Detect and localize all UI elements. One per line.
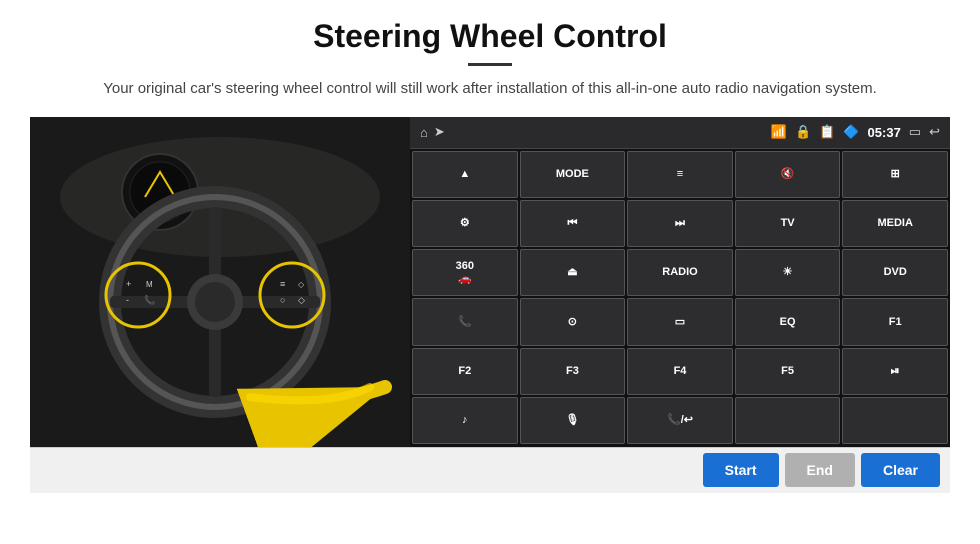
- svg-text:≡: ≡: [280, 279, 285, 289]
- action-bar: Start End Clear: [30, 447, 950, 493]
- page-title: Steering Wheel Control: [313, 18, 667, 55]
- control-button-12[interactable]: ⏏: [520, 249, 626, 296]
- screen-icon: ▭: [909, 124, 921, 140]
- car-image: + M - 📞 ≡ ◇ ○ ◇: [30, 117, 410, 447]
- control-button-6[interactable]: ⚙: [412, 200, 518, 247]
- control-button-3[interactable]: ≡: [627, 151, 733, 198]
- control-button-28[interactable]: 📞/↩: [627, 397, 733, 444]
- control-button-21[interactable]: F2: [412, 348, 518, 395]
- title-divider: [468, 63, 512, 66]
- send-icon[interactable]: ➤: [434, 124, 445, 140]
- control-button-24[interactable]: F5: [735, 348, 841, 395]
- status-bar: ⌂ ➤ 📶 🔒 📋 🔷 05:37 ▭ ↩: [410, 117, 950, 149]
- wifi-icon: 📶: [771, 124, 787, 140]
- control-button-4[interactable]: 🔇: [735, 151, 841, 198]
- control-button-7[interactable]: ⏮: [520, 200, 626, 247]
- clear-button[interactable]: Clear: [861, 453, 940, 487]
- control-button-2[interactable]: MODE: [520, 151, 626, 198]
- svg-text:-: -: [126, 295, 129, 305]
- control-button-11[interactable]: 360 🚗: [412, 249, 518, 296]
- control-button-15[interactable]: DVD: [842, 249, 948, 296]
- steering-wheel-bg: + M - 📞 ≡ ◇ ○ ◇: [30, 117, 410, 447]
- svg-text:○: ○: [280, 295, 285, 305]
- control-button-13[interactable]: RADIO: [627, 249, 733, 296]
- control-button-1[interactable]: ▲: [412, 151, 518, 198]
- car-interior-svg: + M - 📞 ≡ ◇ ○ ◇: [30, 117, 410, 447]
- bt-icon: 🔷: [843, 124, 859, 140]
- svg-text:M: M: [146, 280, 153, 289]
- back-icon: ↩: [929, 124, 940, 140]
- control-button-16[interactable]: 📞: [412, 298, 518, 345]
- home-icon[interactable]: ⌂: [420, 125, 428, 140]
- control-button-9[interactable]: TV: [735, 200, 841, 247]
- control-button-22[interactable]: F3: [520, 348, 626, 395]
- control-panel: ⌂ ➤ 📶 🔒 📋 🔷 05:37 ▭ ↩ ▲MODE≡🔇⊞ ⚙⏮⏭TVMEDIA…: [410, 117, 950, 447]
- svg-text:◇: ◇: [298, 295, 305, 305]
- control-button-17[interactable]: ⊙: [520, 298, 626, 345]
- lock-icon: 🔒: [795, 124, 811, 140]
- control-button-18[interactable]: ▭: [627, 298, 733, 345]
- svg-text:+: +: [126, 279, 131, 289]
- svg-text:📞: 📞: [144, 294, 156, 305]
- content-row: + M - 📞 ≡ ◇ ○ ◇: [30, 117, 950, 447]
- control-button-30[interactable]: [842, 397, 948, 444]
- control-button-26[interactable]: ♪: [412, 397, 518, 444]
- control-button-19[interactable]: EQ: [735, 298, 841, 345]
- status-bar-left: ⌂ ➤: [420, 124, 445, 140]
- control-button-5[interactable]: ⊞: [842, 151, 948, 198]
- page-subtitle: Your original car's steering wheel contr…: [103, 78, 877, 101]
- control-button-20[interactable]: F1: [842, 298, 948, 345]
- control-button-25[interactable]: ⏯: [842, 348, 948, 395]
- svg-text:◇: ◇: [298, 280, 305, 289]
- sim-icon: 📋: [819, 124, 835, 140]
- control-button-8[interactable]: ⏭: [627, 200, 733, 247]
- end-button[interactable]: End: [785, 453, 855, 487]
- control-button-10[interactable]: MEDIA: [842, 200, 948, 247]
- page-wrapper: Steering Wheel Control Your original car…: [0, 0, 980, 544]
- control-button-27[interactable]: 🎙: [520, 397, 626, 444]
- control-button-23[interactable]: F4: [627, 348, 733, 395]
- control-button-29[interactable]: [735, 397, 841, 444]
- control-button-14[interactable]: ☀: [735, 249, 841, 296]
- button-grid: ▲MODE≡🔇⊞ ⚙⏮⏭TVMEDIA 360 🚗⏏RADIO☀DVD 📞⊙▭EQF1…: [410, 149, 950, 447]
- time-display: 05:37: [868, 125, 901, 140]
- start-button[interactable]: Start: [703, 453, 779, 487]
- status-bar-right: 📶 🔒 📋 🔷 05:37 ▭ ↩: [771, 124, 940, 140]
